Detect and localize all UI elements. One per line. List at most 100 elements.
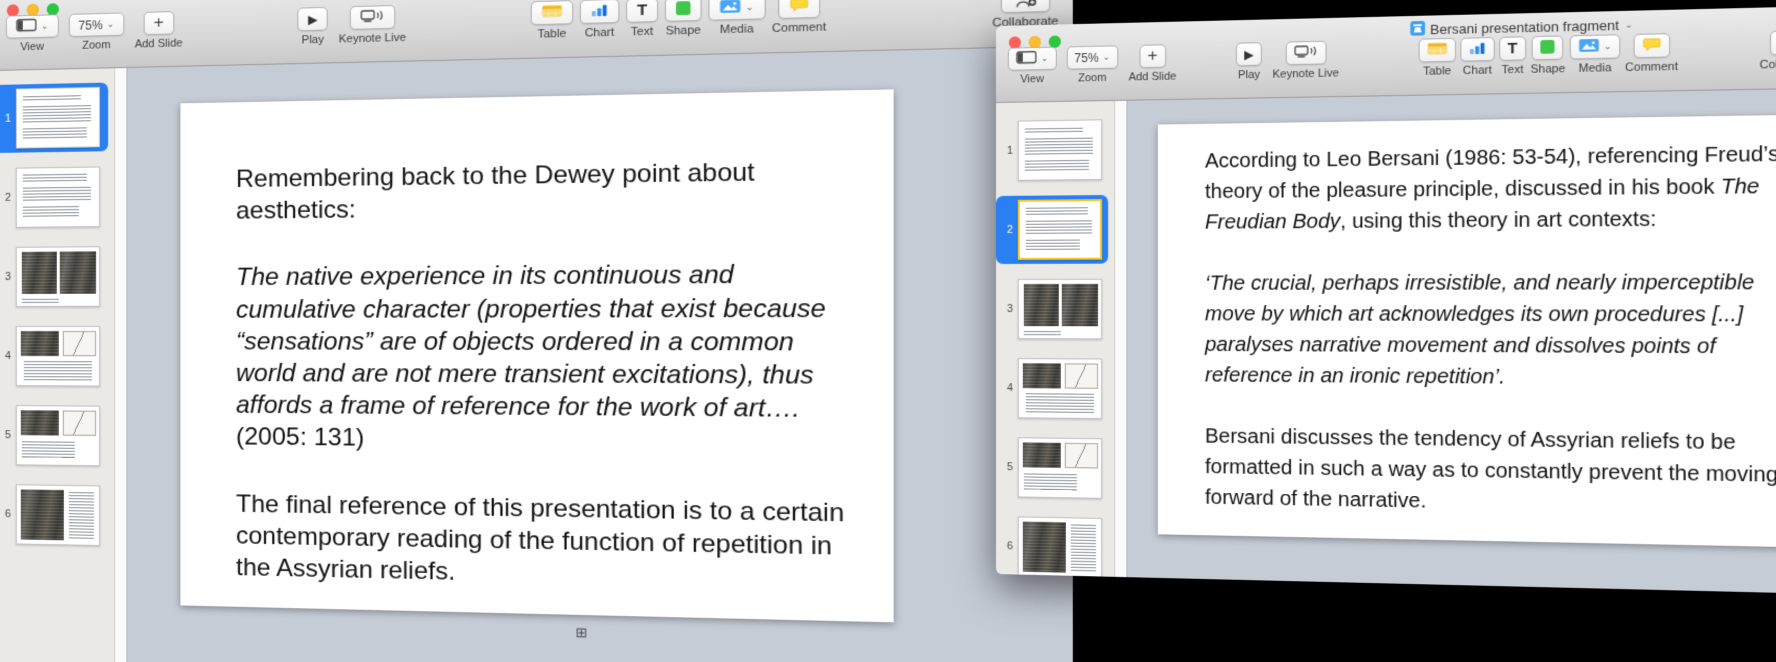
slide-paragraph[interactable]: Bersani discusses the tendency of Assyri… [1205, 421, 1776, 524]
comment-button[interactable] [778, 0, 820, 19]
shape-icon [676, 1, 690, 18]
keynote-live-button[interactable] [350, 5, 396, 30]
text-button[interactable]: T [1499, 36, 1526, 61]
view-button[interactable]: ⌄ [6, 14, 58, 38]
view-button[interactable]: ⌄ [1008, 47, 1056, 71]
text-label: Text [631, 25, 653, 38]
shape-label: Shape [1531, 63, 1566, 76]
slide-thumbnail-row[interactable]: 2 [0, 162, 108, 232]
play-button[interactable]: ▶ [1236, 42, 1262, 66]
slide-thumbnail[interactable] [16, 166, 100, 227]
table-label: Table [537, 28, 566, 41]
collaborate-button[interactable] [1770, 30, 1776, 56]
text-segment: Remembering back to the Dewey point abou… [236, 158, 755, 225]
zoom-dropdown[interactable]: 75% ⌄ [1066, 45, 1118, 69]
comment-icon [789, 0, 808, 15]
slide-thumbnail[interactable] [1018, 516, 1102, 576]
slide-number: 1 [996, 145, 1013, 157]
slide-paragraph[interactable]: Remembering back to the Dewey point abou… [236, 155, 852, 228]
slide-thumbnail[interactable] [1018, 437, 1102, 499]
slide-number: 6 [0, 508, 11, 520]
current-slide[interactable]: Remembering back to the Dewey point abou… [180, 89, 893, 622]
chart-label: Chart [585, 26, 615, 39]
view-icon [16, 18, 37, 36]
media-button[interactable]: ⌄ [1570, 34, 1621, 59]
view-label: View [1020, 73, 1044, 85]
slide-thumbnail-row[interactable]: 1 [996, 115, 1108, 185]
slide-thumbnail-row[interactable]: 5 [996, 433, 1108, 503]
text-button[interactable]: T [626, 0, 658, 23]
keynote-window-right: Bersani presentation fragment ⌄ ⌄ View 7… [996, 6, 1776, 594]
slide-paragraph[interactable]: According to Leo Bersani (1986: 53-54), … [1205, 138, 1776, 238]
slide-canvas[interactable]: According to Leo Bersani (1986: 53-54), … [1127, 88, 1776, 594]
shape-button[interactable] [665, 0, 702, 22]
media-button[interactable]: ⌄ [708, 0, 765, 21]
chart-button[interactable] [580, 0, 620, 24]
slide-number: 2 [0, 192, 11, 204]
table-button[interactable] [1418, 38, 1455, 63]
collaborate-label: Collaborate [1760, 58, 1776, 72]
collaborate-icon [1012, 0, 1038, 10]
slide-canvas[interactable]: Remembering back to the Dewey point abou… [127, 46, 1072, 662]
add-slide-button[interactable]: + [143, 11, 174, 35]
slide-thumbnail-row[interactable]: 5 [0, 401, 108, 470]
slide-number: 1 [0, 113, 11, 125]
text-segment: ‘The crucial, perhaps irresistible, and … [1205, 271, 1754, 389]
chart-icon [1469, 40, 1486, 58]
slide-thumbnail[interactable] [16, 87, 100, 149]
comment-label: Comment [1625, 60, 1678, 74]
current-slide[interactable]: According to Leo Bersani (1986: 53-54), … [1158, 114, 1776, 548]
zoom-dropdown[interactable]: 75% ⌄ [68, 12, 124, 37]
collaborate-button[interactable] [1001, 0, 1051, 13]
slide-thumbnail-row[interactable]: 1 [0, 83, 108, 153]
keynote-live-button[interactable] [1285, 41, 1326, 65]
play-icon: ▶ [308, 12, 318, 27]
media-icon [1578, 38, 1599, 56]
chevron-down-icon[interactable]: ⌄ [1625, 20, 1633, 30]
slide-paragraph[interactable]: The final reference of this presentation… [236, 488, 852, 597]
sidebar-divider [1114, 101, 1127, 577]
slide-thumbnail-row[interactable]: 4 [0, 322, 108, 391]
comment-button[interactable] [1633, 33, 1670, 58]
plus-box-icon[interactable]: ⊞ [576, 625, 588, 639]
shape-label: Shape [666, 24, 701, 38]
slide-thumbnail[interactable] [16, 484, 100, 546]
slide-thumbnail-row[interactable]: 4 [996, 354, 1108, 423]
slide-thumbnail-row[interactable]: 2 [996, 195, 1108, 264]
table-label: Table [1423, 65, 1451, 78]
play-button[interactable]: ▶ [298, 7, 329, 31]
shape-icon [1541, 39, 1555, 56]
media-label: Media [720, 23, 754, 37]
zoom-value: 75% [78, 18, 102, 33]
chart-button[interactable] [1460, 37, 1494, 62]
keynote-doc-icon [1410, 21, 1425, 39]
slide-paragraph[interactable]: ‘The crucial, perhaps irresistible, and … [1205, 267, 1776, 395]
slide-thumbnail[interactable] [1018, 199, 1102, 260]
text-segment: According to Leo Bersani (1986: 53-54), … [1205, 143, 1776, 203]
view-icon [1016, 50, 1037, 67]
toolbar-insert-group: Table Chart T Text [531, 0, 827, 41]
slide-thumbnail[interactable] [1018, 119, 1102, 180]
zoom-label: Zoom [1078, 72, 1106, 85]
slide-thumbnail[interactable] [1018, 358, 1102, 419]
slide-thumbnail[interactable] [16, 246, 100, 307]
chart-label: Chart [1463, 64, 1492, 77]
play-label: Play [302, 34, 324, 47]
table-icon [1427, 41, 1447, 59]
shape-button[interactable] [1532, 35, 1564, 60]
slide-thumbnail-row[interactable]: 6 [0, 480, 108, 550]
slide-thumbnail-row[interactable]: 6 [996, 512, 1108, 577]
slide-paragraph[interactable]: The native experience in its continuous … [236, 258, 852, 459]
slide-thumbnail[interactable] [16, 405, 100, 466]
slide-number: 6 [996, 540, 1013, 552]
slide-thumbnail[interactable] [16, 326, 100, 387]
text-segment: The native experience in its continuous … [236, 261, 826, 423]
table-icon [541, 3, 562, 21]
add-slide-button[interactable]: + [1139, 44, 1165, 68]
keynote-live-icon [1294, 44, 1318, 62]
slide-thumbnail-row[interactable]: 3 [996, 275, 1108, 344]
slide-thumbnail[interactable] [1018, 279, 1102, 340]
slide-thumbnail-row[interactable]: 3 [0, 242, 108, 311]
comment-icon [1642, 37, 1661, 54]
table-button[interactable] [531, 0, 574, 25]
